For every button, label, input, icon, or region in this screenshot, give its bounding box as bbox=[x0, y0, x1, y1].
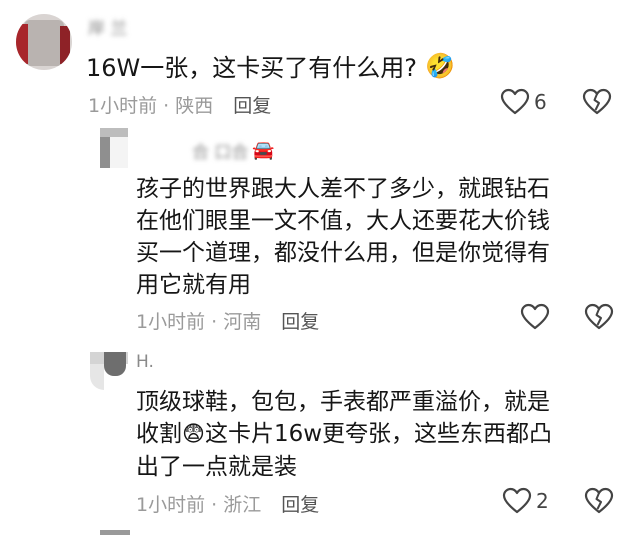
comment-text: 孩子的世界跟大人差不了多少，就跟钻石 在他们眼里一文不值，大人还要花大价钱 买一… bbox=[136, 173, 550, 301]
meta-dot: · bbox=[205, 494, 224, 516]
like-button[interactable] bbox=[520, 303, 550, 331]
comment-line-prefix: 收割 bbox=[136, 421, 182, 447]
reply-button[interactable]: 回复 bbox=[281, 494, 319, 516]
fearful-emoji-icon: 😨 bbox=[182, 422, 205, 447]
comment-line: 在他们眼里一文不值，大人还要花大价钱 bbox=[136, 208, 550, 234]
dislike-button[interactable] bbox=[584, 487, 614, 519]
timestamp: 1小时前 bbox=[136, 311, 206, 333]
username[interactable]: 合 口合 🚘 bbox=[192, 138, 275, 163]
heart-outline-icon bbox=[500, 88, 530, 115]
timestamp: 1小时前 bbox=[88, 95, 158, 117]
heart-outline-icon bbox=[502, 487, 532, 514]
dislike-button[interactable] bbox=[584, 303, 614, 335]
username-text: 合 口合 bbox=[192, 143, 249, 163]
location: 浙江 bbox=[223, 494, 262, 516]
comment-line: 顶级球鞋，包包，手表都严重溢价，就是 bbox=[136, 389, 550, 415]
reply-button[interactable]: 回复 bbox=[233, 95, 271, 117]
reply-button[interactable]: 回复 bbox=[281, 311, 319, 333]
comment-text: 16W一张，这卡买了有什么用? 🤣 bbox=[86, 48, 455, 83]
comment-line: 孩子的世界跟大人差不了多少，就跟钻石 bbox=[136, 176, 550, 202]
timestamp: 1小时前 bbox=[136, 494, 206, 516]
comment-line: 收割😨这卡片16w更夸张，这些东西都凸 bbox=[136, 418, 552, 451]
like-button[interactable]: 6 bbox=[500, 88, 547, 116]
username[interactable]: H. bbox=[136, 352, 154, 372]
avatar[interactable] bbox=[100, 128, 128, 168]
comment-line-suffix: 这卡片16w更夸张，这些东西都凸 bbox=[204, 421, 553, 447]
comment-line: 用它就有用 bbox=[136, 272, 251, 298]
meta-dot: · bbox=[157, 95, 176, 117]
comment-text: 顶级球鞋，包包，手表都严重溢价，就是 收割😨这卡片16w更夸张，这些东西都凸 出… bbox=[136, 386, 552, 483]
location: 陕西 bbox=[175, 95, 214, 117]
like-button[interactable]: 2 bbox=[502, 487, 549, 515]
broken-heart-outline-icon bbox=[582, 88, 612, 115]
comment-line: 买一个道理，都没什么用，但是你觉得有 bbox=[136, 240, 550, 266]
heart-outline-icon bbox=[520, 303, 550, 330]
broken-heart-outline-icon bbox=[584, 487, 614, 514]
next-comment-avatar bbox=[100, 530, 130, 535]
avatar[interactable] bbox=[16, 14, 72, 70]
location: 河南 bbox=[223, 311, 262, 333]
car-emoji-icon: 🚘 bbox=[252, 140, 275, 161]
broken-heart-outline-icon bbox=[584, 303, 614, 330]
like-count: 2 bbox=[536, 489, 549, 513]
comment-line: 出了一点就是装 bbox=[136, 454, 297, 480]
like-count: 6 bbox=[534, 90, 547, 114]
comment-meta: 1小时前 · 陕西 回复 bbox=[88, 91, 271, 118]
rofl-emoji-icon: 🤣 bbox=[425, 51, 455, 80]
username[interactable]: 岸 兰 bbox=[88, 14, 127, 39]
dislike-button[interactable] bbox=[582, 88, 612, 120]
meta-dot: · bbox=[205, 311, 224, 333]
comment-text-content: 16W一张，这卡买了有什么用? bbox=[86, 54, 418, 82]
comment-meta: 1小时前 · 浙江 回复 bbox=[136, 490, 319, 517]
avatar[interactable] bbox=[90, 352, 128, 390]
comment-meta: 1小时前 · 河南 回复 bbox=[136, 307, 319, 334]
